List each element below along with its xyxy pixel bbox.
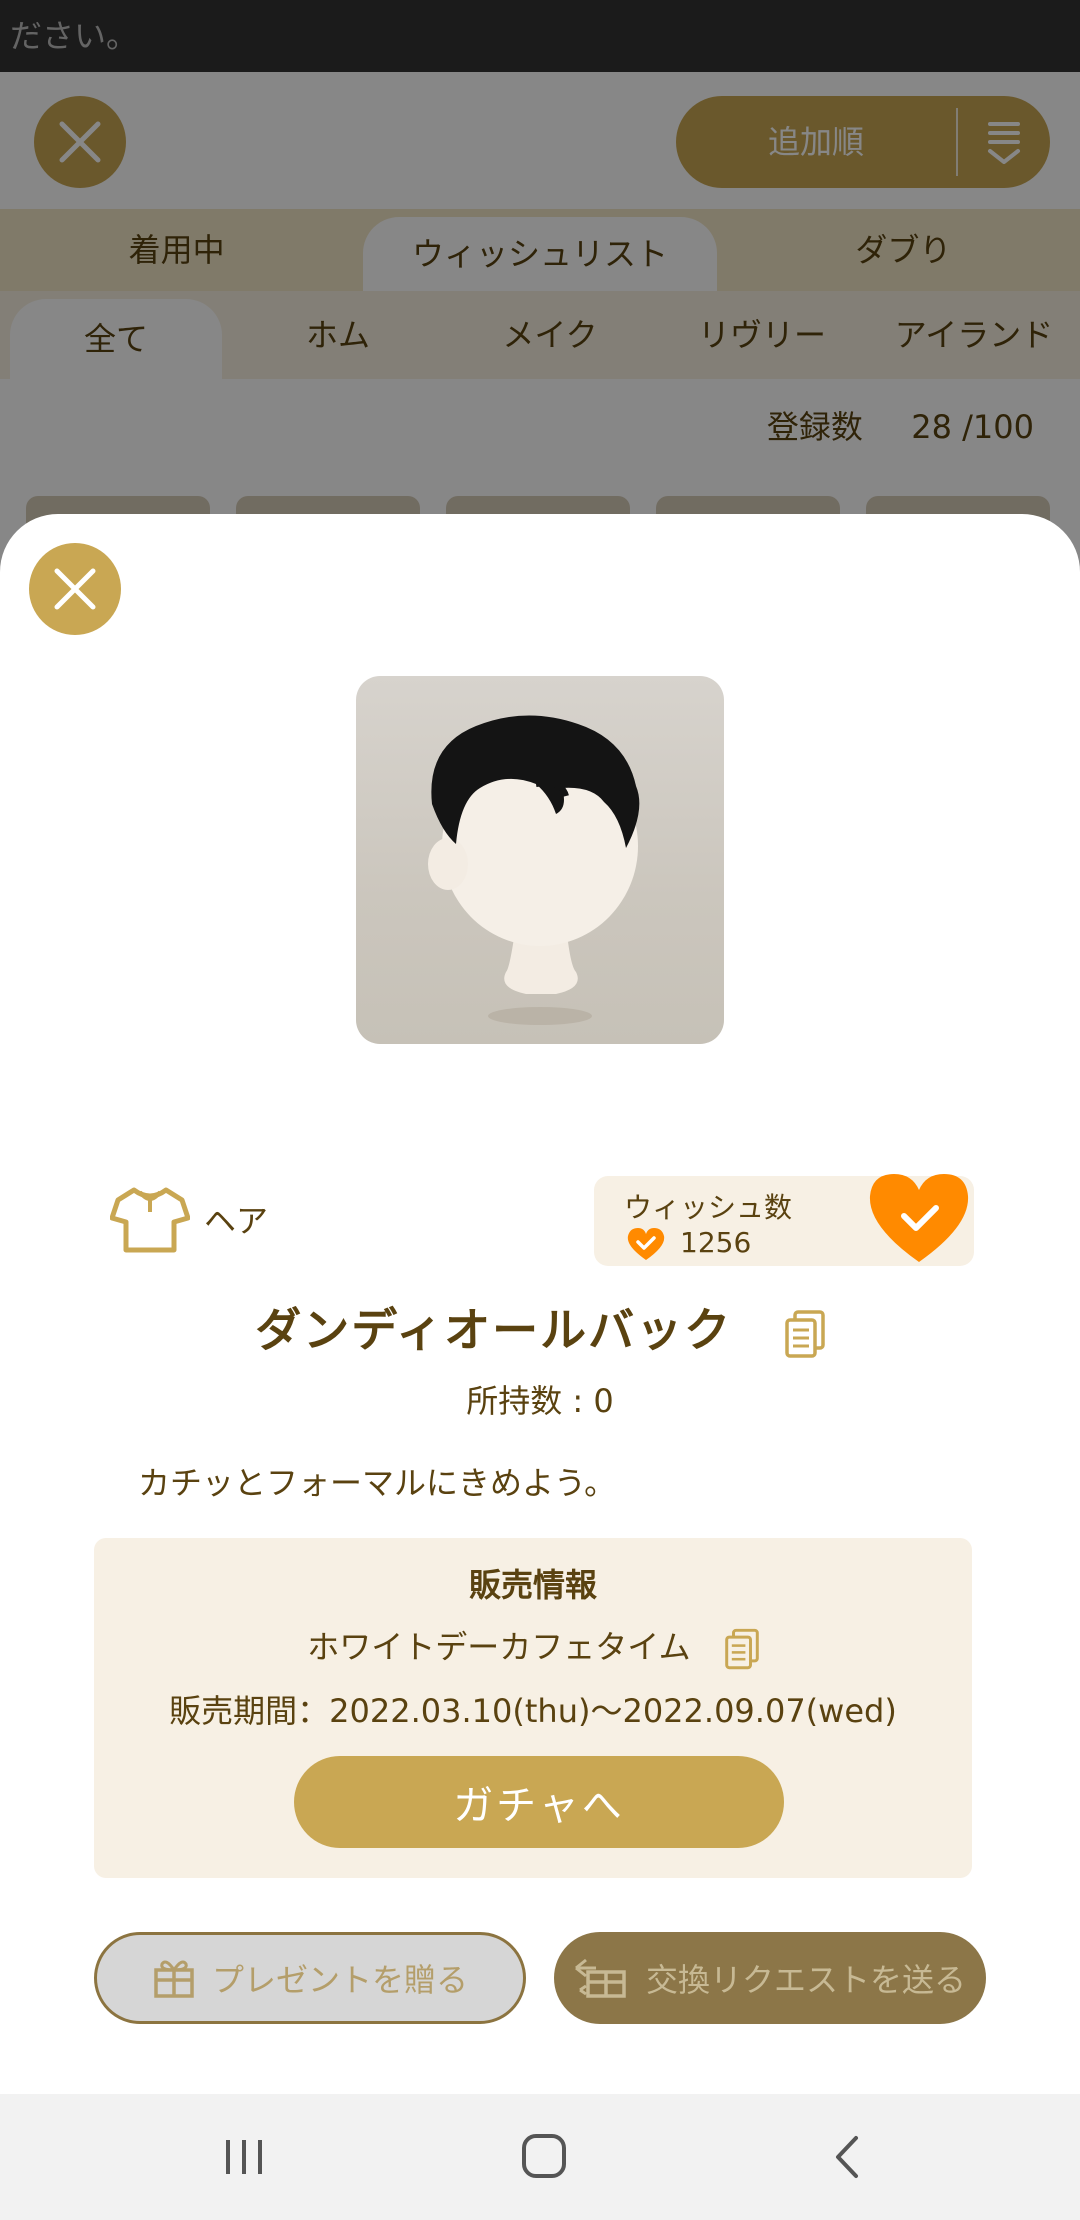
shirt-icon xyxy=(110,1187,190,1253)
present-button-label: プレゼントを贈る xyxy=(211,1961,468,1999)
home-icon[interactable] xyxy=(514,2132,574,2182)
heart-icon xyxy=(627,1228,665,1260)
sale-event-row: ホワイトデーカフェタイム xyxy=(94,1622,972,1671)
item-description: カチッとフォーマルにきめよう。 xyxy=(138,1464,617,1502)
wish-count-value: 1256 xyxy=(680,1226,752,1259)
item-name: ダンディオールバック xyxy=(255,1303,733,1357)
copy-icon[interactable] xyxy=(724,1627,759,1671)
go-to-gacha-button[interactable]: ガチャへ xyxy=(294,1756,784,1848)
trade-button-label: 交換リクエストを送る xyxy=(645,1961,966,1999)
copy-icon[interactable] xyxy=(784,1309,825,1358)
sale-period: 販売期間：2022.03.10(thu)〜2022.09.07(wed) xyxy=(169,1692,897,1730)
item-category: ヘア xyxy=(110,1184,268,1254)
system-navigation-bar xyxy=(0,2094,1080,2220)
owned-count: 所持数 : 0 xyxy=(466,1382,614,1420)
recents-icon[interactable] xyxy=(214,2132,274,2182)
sale-event-name: ホワイトデーカフェタイム xyxy=(307,1628,691,1666)
sale-info-title: 販売情報 xyxy=(468,1566,597,1604)
exchange-icon xyxy=(575,1958,626,1998)
close-icon xyxy=(54,568,96,610)
gift-icon xyxy=(154,1960,194,1998)
sale-info-panel: 販売情報 ホワイトデーカフェタイム 販売期間：2022.03.10(thu)〜2… xyxy=(94,1538,972,1878)
sheet-close-button[interactable] xyxy=(29,543,121,635)
present-button-content: プレゼントを贈る xyxy=(103,1955,517,2001)
item-image xyxy=(356,676,724,1044)
trade-button-content: 交換リクエストを送る xyxy=(560,1955,980,2001)
wishlist-toggle-heart-icon[interactable] xyxy=(866,1170,972,1266)
wish-count-label: ウィッシュ数 xyxy=(624,1191,793,1224)
send-present-button[interactable]: プレゼントを贈る xyxy=(94,1932,526,2024)
back-icon[interactable] xyxy=(818,2132,878,2182)
item-title-row: ダンディオールバック xyxy=(0,1294,1080,1360)
hair-preview-illustration xyxy=(428,715,640,1025)
category-label: ヘア xyxy=(204,1202,269,1240)
item-detail-sheet: ヘア ウィッシュ数 1256 ダンディオールバック 所持数 : 0 カチッとフォ… xyxy=(0,514,1080,2094)
send-trade-request-button[interactable]: 交換リクエストを送る xyxy=(554,1932,986,2024)
